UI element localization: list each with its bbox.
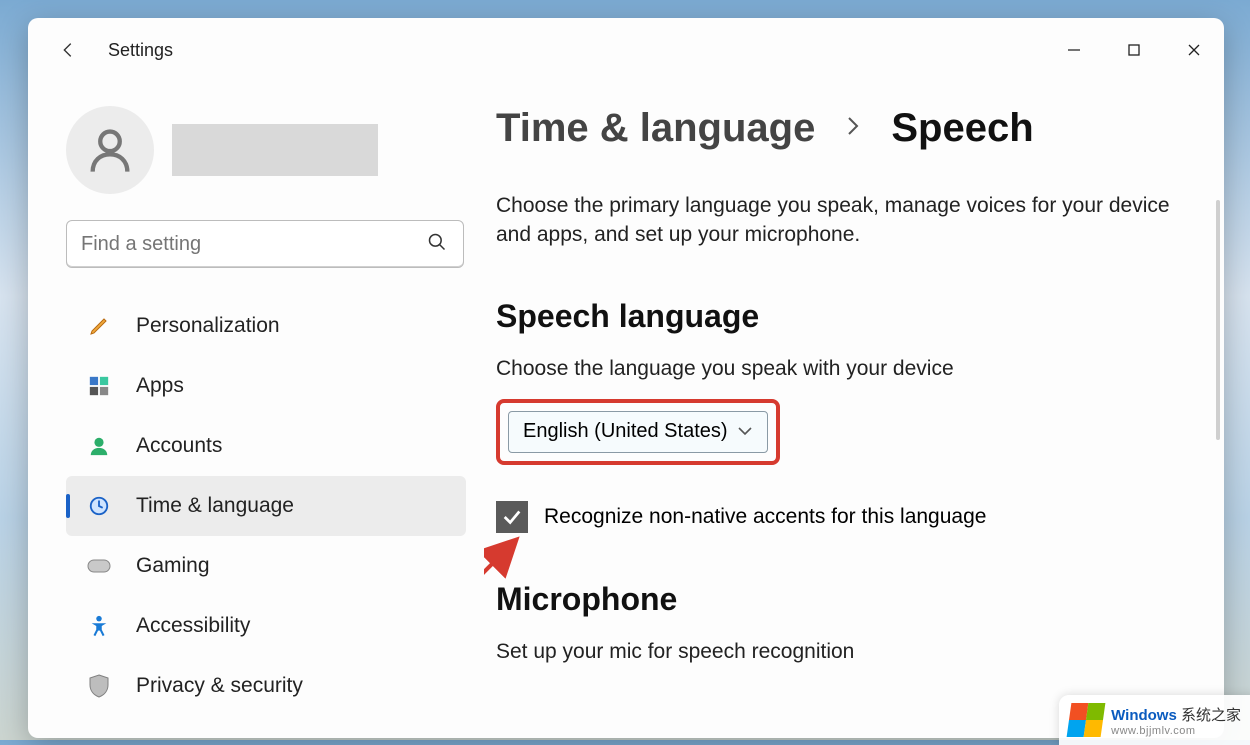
sidebar-item-personalization[interactable]: Personalization: [66, 296, 466, 356]
back-button[interactable]: [48, 30, 88, 70]
sidebar-item-gaming[interactable]: Gaming: [66, 536, 466, 596]
sidebar-item-apps[interactable]: Apps: [66, 356, 466, 416]
speech-language-dropdown[interactable]: English (United States): [508, 411, 768, 453]
windows-logo-icon: [1067, 703, 1106, 737]
watermark: Windows 系统之家 www.bjjmlv.com: [1059, 695, 1250, 745]
sidebar-item-accessibility[interactable]: Accessibility: [66, 596, 466, 656]
sidebar-item-label: Time & language: [136, 494, 294, 518]
chevron-right-icon: [845, 115, 861, 143]
sidebar-item-label: Apps: [136, 374, 184, 398]
settings-window: Settings: [28, 18, 1224, 738]
sidebar-item-label: Accessibility: [136, 614, 250, 638]
page-description: Choose the primary language you speak, m…: [496, 191, 1176, 250]
sidebar-item-accounts[interactable]: Accounts: [66, 416, 466, 476]
close-button[interactable]: [1164, 26, 1224, 74]
watermark-brand: Windows: [1111, 707, 1177, 724]
sidebar-nav: Personalization Apps Accounts: [66, 296, 466, 716]
brush-icon: [84, 314, 114, 338]
recognize-accents-label: Recognize non-native accents for this la…: [544, 505, 986, 529]
chevron-down-icon: [737, 420, 753, 443]
sidebar-item-time-language[interactable]: Time & language: [66, 476, 466, 536]
highlight-annotation: English (United States): [496, 399, 780, 465]
sidebar-item-label: Personalization: [136, 314, 280, 338]
sidebar-item-label: Accounts: [136, 434, 222, 458]
accent-checkbox-row: Recognize non-native accents for this la…: [496, 501, 1194, 533]
scrollbar[interactable]: [1216, 200, 1220, 440]
gamepad-icon: [84, 558, 114, 574]
app-title: Settings: [108, 40, 173, 61]
window-controls: [1044, 26, 1224, 74]
sidebar-item-privacy-security[interactable]: Privacy & security: [66, 656, 466, 716]
watermark-url: www.bjjmlv.com: [1111, 725, 1241, 737]
recognize-accents-checkbox[interactable]: [496, 501, 528, 533]
breadcrumb-parent[interactable]: Time & language: [496, 106, 815, 151]
titlebar: Settings: [28, 18, 1224, 82]
globe-clock-icon: [84, 495, 114, 517]
minimize-button[interactable]: [1044, 26, 1104, 74]
microphone-subheading: Set up your mic for speech recognition: [496, 640, 1194, 664]
section-heading-speech-language: Speech language: [496, 298, 1194, 335]
watermark-suffix: 系统之家: [1177, 707, 1241, 724]
username-redacted: [172, 124, 378, 176]
shield-icon: [84, 674, 114, 698]
breadcrumb-current: Speech: [891, 106, 1033, 151]
sidebar-item-label: Gaming: [136, 554, 210, 578]
accessibility-icon: [84, 615, 114, 637]
profile-block[interactable]: [66, 106, 484, 194]
person-icon: [84, 435, 114, 457]
search-input[interactable]: [67, 233, 427, 256]
breadcrumb: Time & language Speech: [496, 106, 1194, 151]
search-icon: [427, 232, 463, 257]
search-box[interactable]: [66, 220, 464, 268]
apps-icon: [84, 375, 114, 397]
section-heading-microphone: Microphone: [496, 581, 1194, 618]
main-panel: Time & language Speech Choose the primar…: [484, 82, 1224, 738]
maximize-button[interactable]: [1104, 26, 1164, 74]
avatar: [66, 106, 154, 194]
sidebar-item-label: Privacy & security: [136, 674, 303, 698]
speech-language-subheading: Choose the language you speak with your …: [496, 357, 1194, 381]
sidebar: Personalization Apps Accounts: [28, 82, 484, 738]
dropdown-selected-value: English (United States): [523, 420, 728, 443]
